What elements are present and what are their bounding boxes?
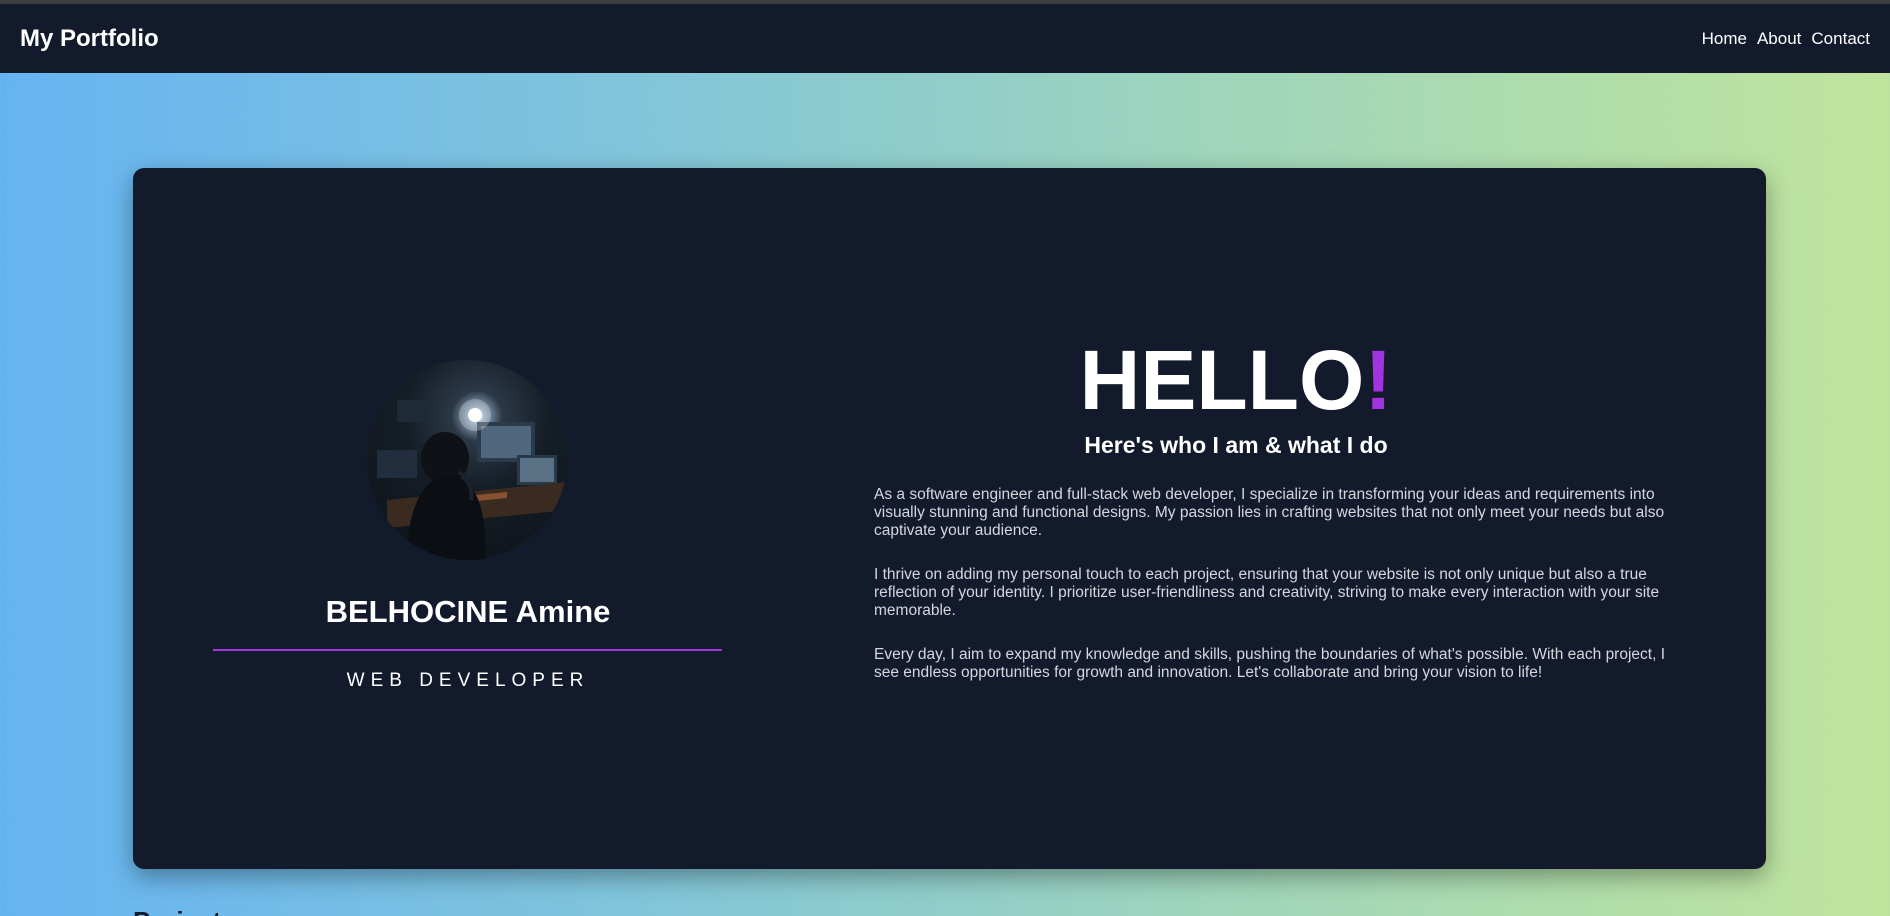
intro-paragraph-1: As a software engineer and full-stack we…	[874, 486, 1665, 539]
profile-role: WEB DEVELOPER	[346, 670, 590, 691]
brand-logo[interactable]: My Portfolio	[20, 25, 159, 53]
nav-links: Home About Contact	[1702, 29, 1870, 49]
hello-text: HELLO	[1079, 333, 1365, 427]
hello-exclamation: !	[1364, 333, 1393, 427]
about-card: BELHOCINE Amine WEB DEVELOPER HELLO! Her…	[133, 168, 1766, 869]
nav-link-about[interactable]: About	[1757, 29, 1801, 49]
nav-link-home[interactable]: Home	[1702, 29, 1747, 49]
intro-paragraph-3: Every day, I aim to expand my knowledge …	[874, 646, 1666, 681]
hello-heading: HELLO!	[933, 338, 1539, 422]
intro-panel: HELLO! Here's who I am & what I do As a …	[803, 168, 1766, 869]
intro-paragraph-2: I thrive on adding my personal touch to …	[874, 566, 1660, 619]
intro-subtitle: Here's who I am & what I do	[1084, 432, 1388, 458]
profile-name: BELHOCINE Amine	[325, 594, 611, 629]
nav-link-contact[interactable]: Contact	[1811, 29, 1870, 49]
name-divider	[213, 649, 722, 651]
avatar	[367, 360, 567, 560]
navbar: My Portfolio Home About Contact	[0, 4, 1890, 73]
projects-heading: Projects	[133, 906, 236, 916]
profile-panel: BELHOCINE Amine WEB DEVELOPER	[133, 168, 803, 869]
hacker-at-desk-photo-icon	[377, 399, 567, 560]
